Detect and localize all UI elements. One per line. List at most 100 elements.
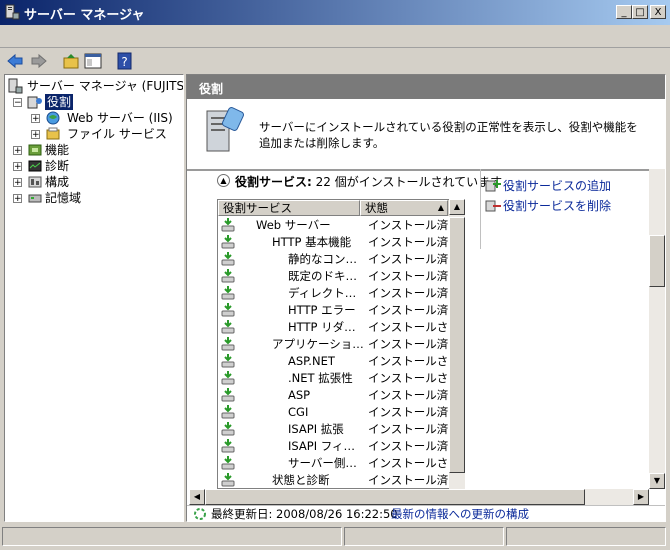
show-hide-console-tree-icon[interactable] — [84, 52, 102, 70]
menu-bar — [0, 25, 670, 48]
server-manager-icon — [5, 4, 20, 20]
remove-role-services-link[interactable]: 役割サービスを削除 — [503, 197, 611, 214]
installed-status-icon — [221, 388, 235, 402]
scroll-right-button[interactable]: ▶ — [633, 489, 649, 505]
console-tree: サーバー マネージャ (FUJITSU) − 役割 + Web サーバー (II… — [4, 74, 184, 522]
installed-status-icon — [221, 320, 235, 334]
window-title: サーバー マネージャ — [24, 8, 145, 23]
refresh-footer: 最終更新日: 2008/08/26 16:22:50 最新の情報への更新の構成 — [187, 505, 665, 521]
role-service-name: HTTP リダイ... — [288, 320, 364, 334]
storage-icon — [28, 194, 42, 203]
pane-scroll-thumb[interactable] — [649, 235, 665, 287]
role-service-name: 静的なコンテ... — [288, 252, 364, 266]
expand-toggle[interactable]: + — [31, 130, 40, 140]
add-role-services-link[interactable]: 役割サービスの追加 — [503, 177, 611, 194]
file-services-icon — [46, 127, 60, 140]
diagnostics-icon — [28, 160, 42, 172]
role-service-name: ASP.NET — [288, 354, 335, 368]
role-service-status: インストール済み — [368, 303, 448, 317]
table-row[interactable]: ISAPI 拡張 インストール済み — [218, 421, 464, 438]
table-row[interactable]: 既定のドキュ... インストール済み — [218, 268, 464, 285]
forward-arrow-icon[interactable] — [30, 52, 48, 70]
table-row[interactable]: 状態と診断 インストール済み — [218, 472, 464, 488]
role-service-status: インストール済み — [368, 235, 448, 249]
collapse-toggle[interactable]: − — [13, 98, 22, 108]
table-row[interactable]: CGI インストール済み — [218, 404, 464, 421]
pane-scrollbar[interactable]: ▼ — [649, 169, 665, 489]
role-service-status: インストールされて — [368, 354, 448, 368]
expand-toggle[interactable]: + — [13, 146, 22, 156]
role-service-name: CGI — [288, 405, 309, 419]
table-row[interactable]: サーバー側イ... インストールされて — [218, 455, 464, 472]
toolbar: ? — [0, 47, 670, 74]
action-links: 役割サービスの追加 役割サービスを削除 — [480, 169, 646, 249]
installed-status-icon — [221, 422, 235, 436]
maximize-button[interactable]: □ — [632, 5, 648, 19]
table-row[interactable]: .NET 拡張性 インストールされて — [218, 370, 464, 387]
role-service-status: インストール済み — [368, 286, 448, 300]
role-service-status: インストール済み — [368, 422, 448, 436]
configure-refresh-link[interactable]: 最新の情報への更新の構成 — [391, 506, 529, 521]
role-service-name: 状態と診断 — [272, 473, 330, 487]
title-bar: サーバー マネージャ _ □ X — [0, 0, 670, 25]
installed-status-icon — [221, 303, 235, 317]
section-title: 役割サービス: 22 個がインストールされています — [235, 175, 503, 189]
table-row[interactable]: 静的なコンテ... インストール済み — [218, 251, 464, 268]
installed-status-icon — [221, 252, 235, 266]
expand-toggle[interactable]: + — [31, 114, 40, 124]
table-row[interactable]: HTTP エラーインストール済み — [218, 302, 464, 319]
expand-toggle[interactable]: + — [13, 162, 22, 172]
table-row[interactable]: ディレクトリの... インストール済み — [218, 285, 464, 302]
role-service-status: インストール済み — [368, 439, 448, 453]
table-row[interactable]: アプリケーション開... インストール済み — [218, 336, 464, 353]
table-row[interactable]: Web サーバー インストール済み — [218, 217, 464, 234]
role-service-status: インストール済み — [368, 252, 448, 266]
details-pane: 役割 サーバーにインストールされている役割の正常性を表示し、役割や機能を追加また… — [186, 74, 666, 522]
role-service-name: サーバー側イ... — [288, 456, 364, 470]
installed-status-icon — [221, 235, 235, 249]
expand-toggle[interactable]: + — [13, 194, 22, 204]
up-folder-icon[interactable] — [62, 52, 80, 70]
expand-toggle[interactable]: + — [13, 178, 22, 188]
installed-status-icon — [221, 286, 235, 300]
list-scroll-thumb[interactable] — [449, 217, 465, 473]
column-header-status[interactable]: 状態 ▲ — [360, 200, 448, 216]
section-collapse-icon[interactable]: ▲ — [217, 174, 230, 187]
pane-scroll-down-button[interactable]: ▼ — [649, 473, 665, 489]
table-row[interactable]: ISAPI フィルタインストール済み — [218, 438, 464, 455]
table-row[interactable]: ASP インストール済み — [218, 387, 464, 404]
role-service-name: Web サーバー — [256, 218, 331, 232]
role-service-status: インストールされて — [368, 371, 448, 385]
features-icon — [28, 144, 42, 156]
role-service-name: ディレクトリの... — [288, 286, 364, 300]
column-header-role-service[interactable]: 役割サービス — [218, 200, 360, 216]
roles-icon — [27, 96, 42, 109]
pane-header: 役割 — [187, 75, 665, 99]
role-service-name: 既定のドキュ... — [288, 269, 364, 283]
last-refresh-text: 最終更新日: 2008/08/26 16:22:50 — [211, 507, 398, 521]
remove-role-service-icon — [485, 200, 501, 212]
installed-status-icon — [221, 439, 235, 453]
horizontal-scrollbar[interactable]: ◀ ▶ — [189, 489, 649, 505]
role-service-status: インストールされて — [368, 456, 448, 470]
sort-ascending-icon: ▲ — [437, 203, 444, 212]
table-row[interactable]: ASP.NET インストールされて — [218, 353, 464, 370]
back-arrow-icon[interactable] — [6, 52, 24, 70]
role-service-name: アプリケーション開... — [272, 337, 364, 351]
table-row[interactable]: HTTP 基本機能 インストール済み — [218, 234, 464, 251]
role-service-name: HTTP 基本機能 — [272, 235, 352, 249]
scroll-left-button[interactable]: ◀ — [189, 489, 205, 505]
list-scrollbar[interactable]: ▲ — [449, 199, 465, 489]
role-service-status: インストール済み — [368, 218, 448, 232]
list-scroll-up-button[interactable]: ▲ — [449, 199, 465, 215]
table-row[interactable]: HTTP リダイ... インストールされて — [218, 319, 464, 336]
role-service-name: ISAPI フィルタ — [288, 439, 364, 453]
roles-description: サーバーにインストールされている役割の正常性を表示し、役割や機能を追加または削除… — [259, 120, 638, 150]
roles-large-icon — [206, 107, 244, 152]
minimize-button[interactable]: _ — [616, 5, 632, 19]
server-icon — [8, 78, 23, 94]
close-button[interactable]: X — [650, 5, 666, 19]
horizontal-scroll-thumb[interactable] — [205, 489, 585, 505]
help-icon[interactable]: ? — [116, 52, 134, 70]
role-service-name: ASP — [288, 388, 311, 402]
